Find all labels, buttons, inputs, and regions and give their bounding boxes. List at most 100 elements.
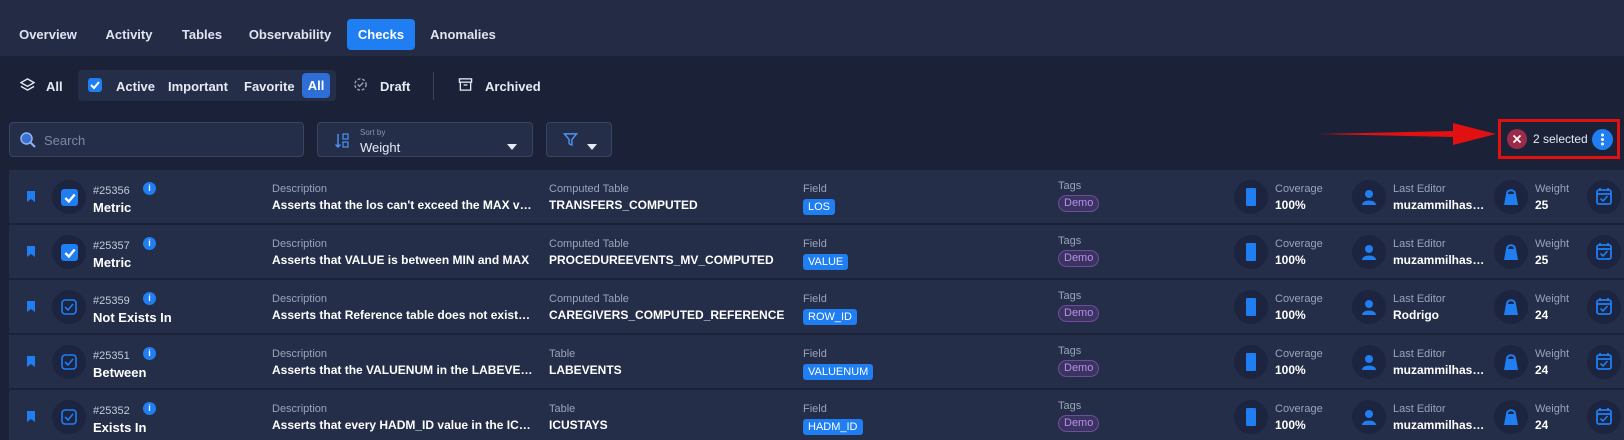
tag-chip[interactable]: Demo xyxy=(1058,415,1100,432)
tag-chip[interactable]: Demo xyxy=(1058,305,1100,322)
tab-tables[interactable]: Tables xyxy=(172,19,232,50)
row-status-icon[interactable] xyxy=(52,180,86,214)
check-rule-icon[interactable] xyxy=(60,408,78,431)
field-label: Field xyxy=(803,183,827,195)
tab-overview[interactable]: Overview xyxy=(12,19,84,50)
row-checkbox-checked[interactable] xyxy=(61,189,78,206)
weight-value: 24 xyxy=(1535,308,1549,322)
user-icon xyxy=(1352,400,1386,434)
field-chip[interactable]: VALUENUM xyxy=(803,364,874,380)
info-icon[interactable]: i xyxy=(143,292,156,305)
filter-all-selected[interactable]: All xyxy=(302,73,330,98)
calendar-icon[interactable] xyxy=(1587,235,1621,269)
check-id[interactable]: #25359 xyxy=(93,295,130,307)
check-rule-type: Exists In xyxy=(93,420,147,435)
field-label: Field xyxy=(803,403,827,415)
sort-select[interactable]: Sort by Weight xyxy=(317,122,533,157)
calendar-icon[interactable] xyxy=(1587,400,1621,434)
field-chip[interactable]: ROW_ID xyxy=(803,309,857,325)
row-status-icon[interactable] xyxy=(52,345,86,379)
archive-icon xyxy=(458,77,473,97)
check-table[interactable]: PROCEDUREEVENTS_MV_COMPUTED xyxy=(549,253,774,267)
row-status-icon[interactable] xyxy=(52,235,86,269)
bookmark-icon[interactable] xyxy=(26,410,36,428)
check-id[interactable]: #25351 xyxy=(93,350,130,362)
search-input[interactable] xyxy=(44,131,294,149)
last-editor-value: muzammilhasa... xyxy=(1393,253,1488,267)
table-row[interactable]: #25356 i Metric Description Asserts that… xyxy=(9,170,1624,224)
calendar-icon[interactable] xyxy=(1587,290,1621,324)
filter-active[interactable]: Active xyxy=(116,79,155,94)
field-chip[interactable]: HADM_ID xyxy=(803,419,863,435)
check-table[interactable]: CAREGIVERS_COMPUTED_REFERENCE xyxy=(549,308,784,322)
check-description: Asserts that VALUE is between MIN and MA… xyxy=(272,253,530,267)
filter-important[interactable]: Important xyxy=(168,79,228,94)
info-icon[interactable]: i xyxy=(143,347,156,360)
weight-value: 24 xyxy=(1535,418,1549,432)
weight-label: Weight xyxy=(1535,238,1570,250)
calendar-icon[interactable] xyxy=(1587,345,1621,379)
info-icon[interactable]: i xyxy=(143,182,156,195)
check-description: Asserts that every HADM_ID value in the … xyxy=(272,418,534,432)
check-rule-icon[interactable] xyxy=(60,298,78,321)
check-id[interactable]: #25352 xyxy=(93,405,130,417)
table-label: Table xyxy=(549,403,576,415)
table-row[interactable]: #25351 i Between Description Asserts tha… xyxy=(9,335,1624,389)
check-table[interactable]: TRANSFERS_COMPUTED xyxy=(549,198,698,212)
check-rule-icon[interactable] xyxy=(60,353,78,376)
check-id[interactable]: #25356 xyxy=(93,185,130,197)
check-id[interactable]: #25357 xyxy=(93,240,130,252)
weight-icon xyxy=(1494,290,1528,324)
tab-anomalies[interactable]: Anomalies xyxy=(426,19,500,50)
filter-draft[interactable]: Draft xyxy=(380,79,410,94)
table-row[interactable]: #25357 i Metric Description Asserts that… xyxy=(9,225,1624,279)
coverage-icon xyxy=(1234,290,1268,324)
calendar-icon[interactable] xyxy=(1587,180,1621,214)
user-icon xyxy=(1352,345,1386,379)
check-rule-type: Not Exists In xyxy=(93,310,172,325)
tag-chip[interactable]: Demo xyxy=(1058,360,1100,377)
filter-all[interactable]: All xyxy=(46,79,63,94)
row-status-icon[interactable] xyxy=(52,290,86,324)
info-icon[interactable]: i xyxy=(143,237,156,250)
field-chip[interactable]: VALUE xyxy=(803,254,849,270)
weight-value: 25 xyxy=(1535,198,1549,212)
row-status-icon[interactable] xyxy=(52,400,86,434)
tags-label: Tags xyxy=(1058,235,1082,247)
bookmark-icon[interactable] xyxy=(26,300,36,318)
tab-observability[interactable]: Observability xyxy=(244,19,336,50)
bookmark-icon[interactable] xyxy=(26,190,36,208)
tags-label: Tags xyxy=(1058,400,1082,412)
table-row[interactable]: #25359 i Not Exists In Description Asser… xyxy=(9,280,1624,334)
user-icon xyxy=(1352,290,1386,324)
field-label: Field xyxy=(803,348,827,360)
coverage-icon xyxy=(1234,180,1268,214)
last-editor-label: Last Editor xyxy=(1393,183,1446,195)
row-checkbox-checked[interactable] xyxy=(61,244,78,261)
close-icon xyxy=(1512,134,1522,144)
tab-checks[interactable]: Checks xyxy=(347,19,415,50)
check-table[interactable]: LABEVENTS xyxy=(549,363,622,377)
active-checkbox[interactable] xyxy=(88,78,102,92)
table-label: Computed Table xyxy=(549,183,629,195)
filter-favorite[interactable]: Favorite xyxy=(244,79,295,94)
check-table[interactable]: ICUSTAYS xyxy=(549,418,608,432)
info-icon[interactable]: i xyxy=(143,402,156,415)
bulk-actions-button[interactable] xyxy=(1592,129,1613,150)
chevron-down-icon xyxy=(507,137,517,155)
sort-caption: Sort by xyxy=(360,128,386,137)
bookmark-icon[interactable] xyxy=(26,245,36,263)
filter-archived[interactable]: Archived xyxy=(485,79,541,94)
clear-selection-button[interactable] xyxy=(1507,129,1527,149)
tag-chip[interactable]: Demo xyxy=(1058,195,1100,212)
tag-chip[interactable]: Demo xyxy=(1058,250,1100,267)
field-chip[interactable]: LOS xyxy=(803,199,836,215)
filter-button[interactable] xyxy=(546,122,612,157)
table-row[interactable]: #25352 i Exists In Description Asserts t… xyxy=(9,390,1624,440)
user-icon xyxy=(1352,235,1386,269)
bookmark-icon[interactable] xyxy=(26,355,36,373)
tab-activity[interactable]: Activity xyxy=(94,19,164,50)
last-editor-value: muzammilhasa... xyxy=(1393,363,1488,377)
weight-label: Weight xyxy=(1535,403,1570,415)
coverage-value: 100% xyxy=(1275,253,1306,267)
